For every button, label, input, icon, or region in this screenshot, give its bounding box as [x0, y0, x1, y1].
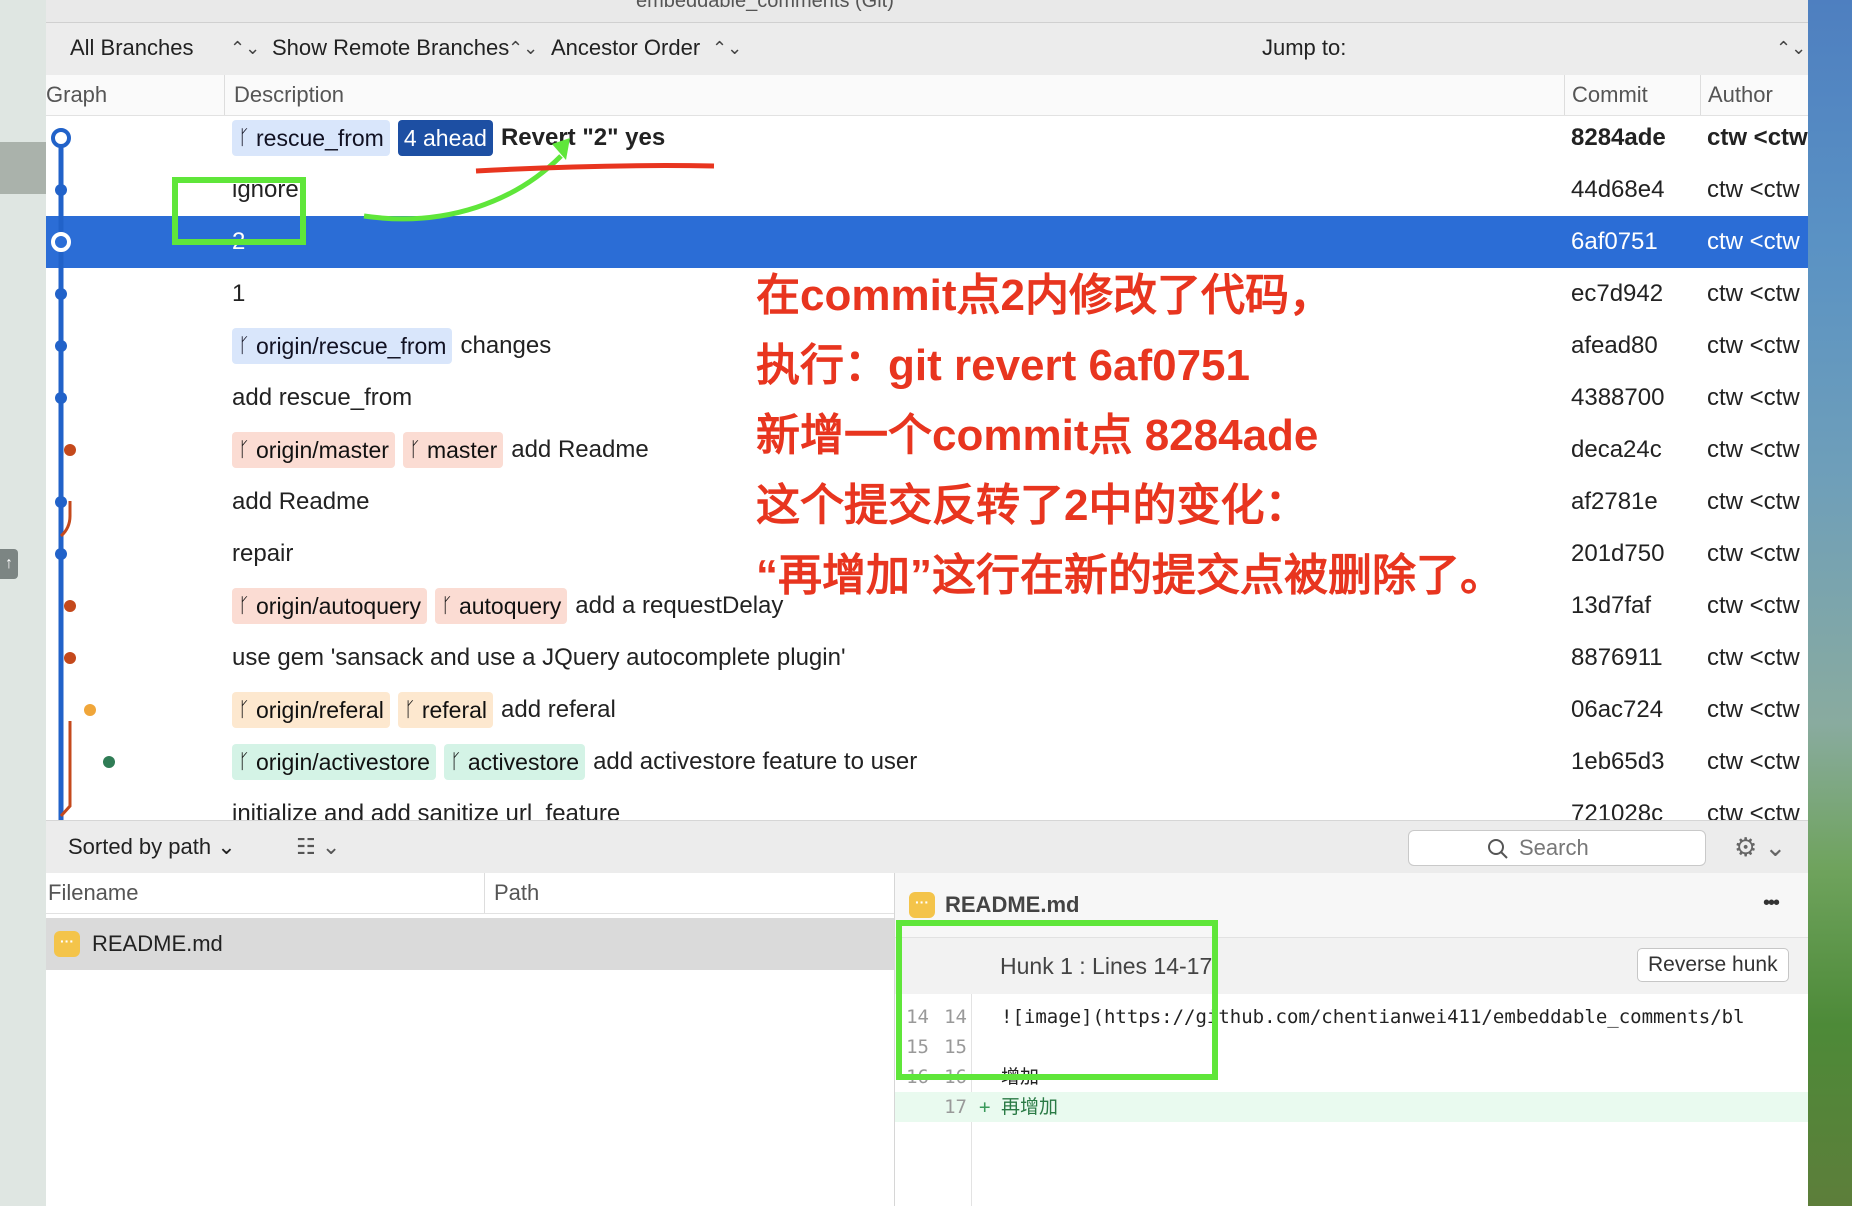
file-row-name: README.md: [92, 931, 223, 956]
file-list-header: Filename Path: [46, 873, 894, 914]
desktop-side-tab[interactable]: ↑: [0, 549, 18, 579]
remote-branches-select[interactable]: Show Remote Branches: [272, 33, 509, 63]
remote-select-arrows-icon[interactable]: ⌃⌄: [508, 33, 538, 63]
annotation-layer: [172, 138, 715, 245]
annotation-line: 这个提交反转了2中的变化：: [756, 481, 1309, 530]
annotation-line: 执行：git revert 6af0751: [756, 341, 1250, 390]
file-toolbar: Sorted by path ⌄ ☷ ⌄ Search ⚙ ⌄: [46, 820, 1808, 873]
gear-icon[interactable]: ⚙ ⌄: [1734, 832, 1786, 862]
highlight-box-hunk: [896, 920, 1218, 1080]
diff-view: ··· README.md ••• Hunk 1 : Lines 14-17 R…: [895, 873, 1808, 1206]
desktop-window-fragment: [0, 142, 46, 194]
list-view-icon[interactable]: ☷ ⌄: [296, 832, 340, 862]
search-icon: [1488, 839, 1508, 859]
desktop-wallpaper: [1808, 0, 1852, 1206]
modified-file-icon: ···: [54, 931, 80, 957]
path-column-header[interactable]: Path: [494, 879, 539, 907]
order-select[interactable]: Ancestor Order: [551, 33, 700, 63]
diff-annotation-layer: [896, 920, 1218, 1080]
author-column-header[interactable]: Author: [1708, 81, 1773, 109]
filename-column-header[interactable]: Filename: [48, 879, 138, 907]
commit-column-header[interactable]: Commit: [1572, 81, 1648, 109]
highlight-box-commit-2: [172, 177, 306, 245]
branches-select[interactable]: All Branches: [70, 33, 194, 63]
search-placeholder: Search: [1519, 835, 1589, 860]
branches-select-arrows-icon[interactable]: ⌃⌄: [230, 33, 260, 63]
annotation-arrow: [363, 154, 563, 222]
jump-to-label: Jump to:: [1262, 35, 1347, 60]
file-list: Filename Path ··· README.md: [46, 873, 895, 1206]
jump-to-select-icon[interactable]: ⌃⌄: [1776, 33, 1806, 63]
sort-menu[interactable]: Sorted by path ⌄: [68, 832, 236, 862]
description-column-header[interactable]: Description: [234, 81, 344, 109]
annotation-line: “再增加”这行在新的提交点被删除了。: [756, 551, 1504, 600]
order-select-arrows-icon[interactable]: ⌃⌄: [712, 33, 742, 63]
search-field[interactable]: Search: [1408, 830, 1706, 866]
graph-column-header[interactable]: Graph: [46, 81, 107, 109]
file-row[interactable]: ··· README.md: [46, 918, 894, 970]
desktop-left-edge: ↑: [0, 0, 46, 1206]
window-title: embeddable_comments (Git): [636, 0, 894, 12]
annotation-line: 在commit点2内修改了代码，: [756, 271, 1333, 320]
annotation-underline: [475, 163, 715, 174]
history-toolbar: All Branches ⌃⌄ Show Remote Branches ⌃⌄ …: [46, 23, 1808, 75]
sort-label: Sorted by path: [68, 834, 212, 859]
commit-table-header: Graph Description Commit Author: [46, 75, 1808, 116]
git-client-window: embeddable_comments (Git) All Branches ⌃…: [46, 0, 1808, 1206]
title-bar: embeddable_comments (Git): [46, 0, 1808, 23]
annotation-line: 新增一个commit点 8284ade: [756, 411, 1319, 460]
